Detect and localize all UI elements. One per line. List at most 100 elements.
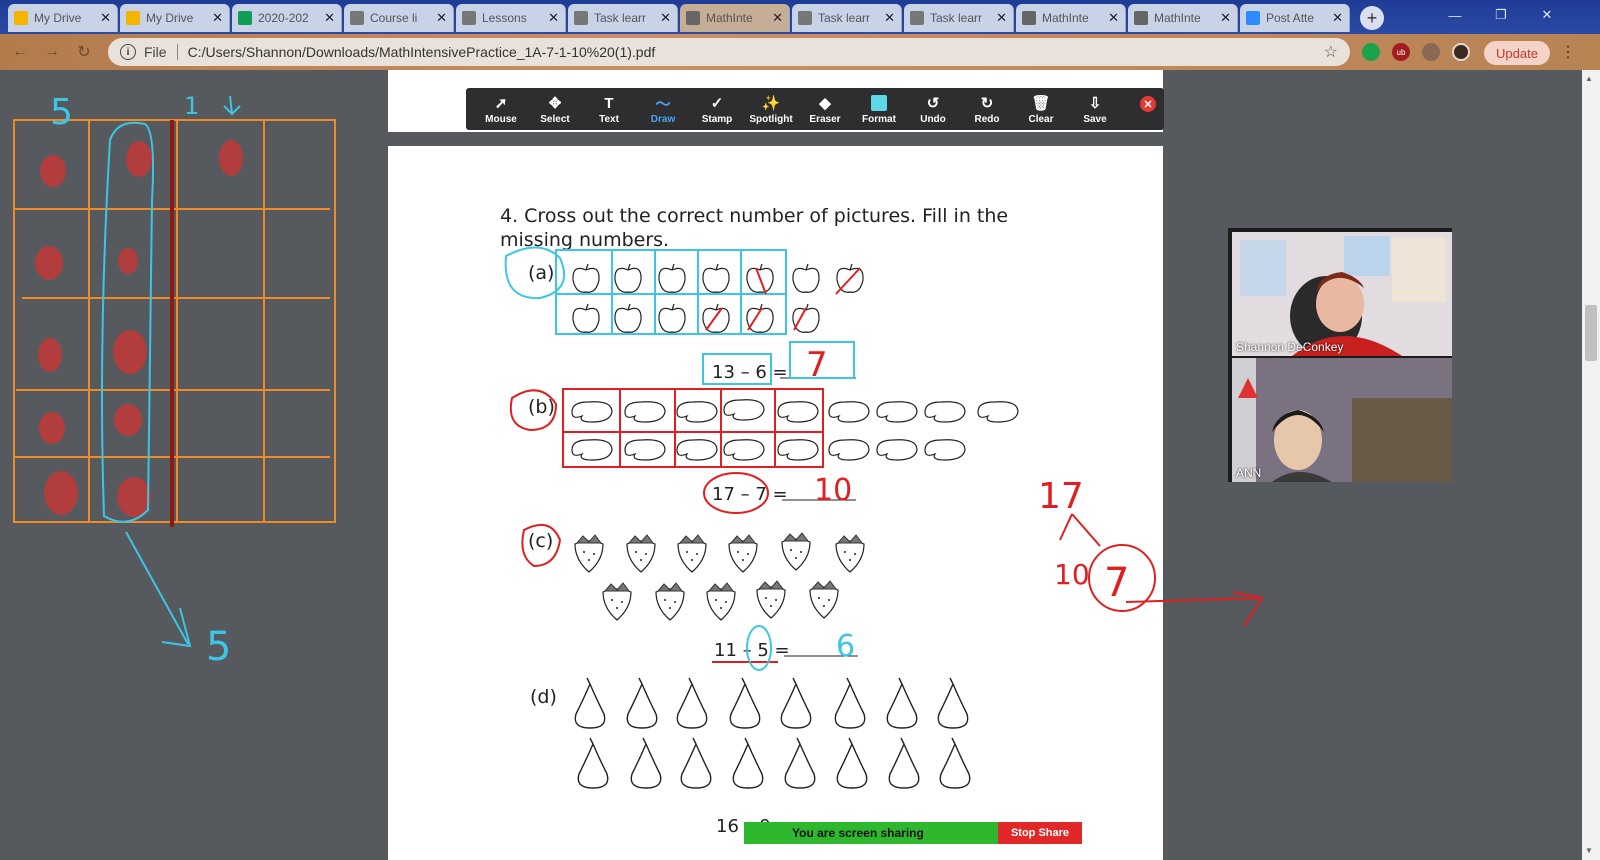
scrollbar-thumb[interactable] [1585,305,1597,361]
move-icon: ✥ [548,95,562,112]
doc-icon [350,11,364,25]
screen-sharing-status[interactable]: You are screen sharing [744,822,998,844]
browser-tab[interactable]: Post Atte ✕ [1240,4,1350,32]
vertical-scrollbar[interactable] [1582,70,1600,860]
tab-label: 2020-202 [258,11,309,25]
browser-tab[interactable]: Task learr ✕ [568,4,678,32]
tab-close-icon[interactable]: ✕ [660,10,671,26]
save-icon: ⇩ [1088,95,1102,112]
tool-redo[interactable]: ↻ Redo [960,93,1014,125]
browser-tab[interactable]: MathInte ✕ [1128,4,1238,32]
tab-close-icon[interactable]: ✕ [996,10,1007,26]
new-tab-button[interactable]: + [1360,6,1384,30]
tool-label: Select [540,114,570,125]
tab-close-icon[interactable]: ✕ [1108,10,1119,26]
tool-label: Redo [974,114,1000,125]
reload-icon[interactable]: ↻ [72,40,96,64]
extensions-puzzle-icon[interactable] [1422,43,1440,61]
forward-icon[interactable]: → [40,40,64,64]
tool-eraser[interactable]: ◆ Eraser [798,93,852,125]
google-drive-icon [126,11,140,25]
sheets-icon [238,11,252,25]
cursor-icon: ➚ [494,95,508,112]
address-bar[interactable]: i File C:/Users/Shannon/Downloads/MathIn… [108,38,1350,66]
tool-draw[interactable]: 〜 Draw [636,93,690,126]
tool-stamp[interactable]: ✓ Stamp [690,93,744,125]
browser-tab[interactable]: Task learr ✕ [904,4,1014,32]
tab-close-icon[interactable]: ✕ [1332,10,1343,26]
tab-close-icon[interactable]: ✕ [1220,10,1231,26]
update-button[interactable]: Update [1484,41,1550,65]
browser-tab[interactable]: Task learr ✕ [792,4,902,32]
scroll-down-icon[interactable]: ▼ [1585,846,1593,855]
tab-close-icon[interactable]: ✕ [884,10,895,26]
tab-close-icon[interactable]: ✕ [772,10,783,26]
tab-label: Course li [370,11,418,25]
video-gallery: Shannon DeConkey ANN [1228,228,1452,482]
tool-label: Eraser [809,114,841,125]
part-c-equation: 11 – 5 = [714,640,790,661]
browser-tab[interactable]: MathInte ✕ [1016,4,1126,32]
format-color-icon [871,93,887,113]
tool-spotlight[interactable]: ✨ Spotlight [744,93,798,125]
url-scheme: File [144,44,167,60]
tool-label: Stamp [701,114,733,125]
doc-icon [798,11,812,25]
part-d-label: (d) [530,686,557,708]
ublock-icon[interactable]: ub [1392,43,1410,61]
tab-close-icon[interactable]: ✕ [212,10,223,26]
part-a-label: (a) [528,262,555,284]
tool-undo[interactable]: ↺ Undo [906,93,960,125]
draw-icon: 〜 [655,95,671,113]
tool-label: Undo [920,114,946,125]
video-tile-student[interactable]: ANN [1232,358,1452,482]
scroll-up-icon[interactable]: ▲ [1585,74,1593,83]
stop-share-label: Stop Share [1010,827,1070,839]
extension-green-icon[interactable] [1362,43,1380,61]
site-info-icon[interactable]: i [120,44,136,60]
browser-tab[interactable]: Lessons ✕ [456,4,566,32]
tool-save[interactable]: ⇩ Save [1068,93,1122,125]
profile-avatar[interactable] [1452,43,1470,61]
tab-label: MathInte [1042,11,1089,25]
annotation-toolbar: ➚ Mouse ✥ Select T Text 〜 Draw ✓ Stamp ✨ Spotlight ◆… [466,88,1164,130]
browser-tab[interactable]: 2020-202 ✕ [232,4,342,32]
bookmark-star-icon[interactable]: ☆ [1324,42,1338,62]
undo-icon: ↺ [926,95,940,112]
doc-icon [574,11,588,25]
doc-icon [462,11,476,25]
tool-format[interactable]: Format [852,93,906,125]
tab-label: Lessons [482,11,527,25]
tool-mouse[interactable]: ➚ Mouse [474,93,528,125]
globe-icon [1022,11,1036,25]
restore-icon[interactable]: ❐ [1478,0,1524,30]
tool-clear[interactable]: 🗑 Clear [1014,93,1068,125]
close-annotation-icon[interactable]: ✕ [1140,96,1156,112]
share-status-text: You are screen sharing [792,826,924,840]
tab-close-icon[interactable]: ✕ [436,10,447,26]
tab-label: Task learr [818,11,871,25]
back-icon[interactable]: ← [8,40,32,64]
tab-close-icon[interactable]: ✕ [548,10,559,26]
globe-icon [686,11,700,25]
browser-tab[interactable]: MathInte ✕ [680,4,790,32]
tool-select[interactable]: ✥ Select [528,93,582,125]
tool-text[interactable]: T Text [582,93,636,126]
browser-tab[interactable]: My Drive ✕ [120,4,230,32]
part-a-equation: 13 – 6 = [712,362,788,383]
url-text[interactable]: C:/Users/Shannon/Downloads/MathIntensive… [188,44,656,60]
browser-menu-icon[interactable]: ⋮ [1560,42,1576,62]
video-tile-host[interactable]: Shannon DeConkey [1232,232,1452,356]
drawn-number-1: 1 [184,92,199,120]
drawn-number-5-top: 5 [50,92,73,133]
tab-close-icon[interactable]: ✕ [100,10,111,26]
stop-share-button[interactable]: Stop Share [998,822,1082,844]
tab-close-icon[interactable]: ✕ [324,10,335,26]
minimize-icon[interactable]: — [1432,0,1478,30]
browser-tab[interactable]: My Drive ✕ [8,4,118,32]
tab-label: MathInte [1154,11,1201,25]
drawn-number-5-bottom: 5 [206,624,231,670]
close-window-icon[interactable]: ✕ [1524,0,1570,30]
browser-tab[interactable]: Course li ✕ [344,4,454,32]
part-c-label: (c) [528,530,554,552]
